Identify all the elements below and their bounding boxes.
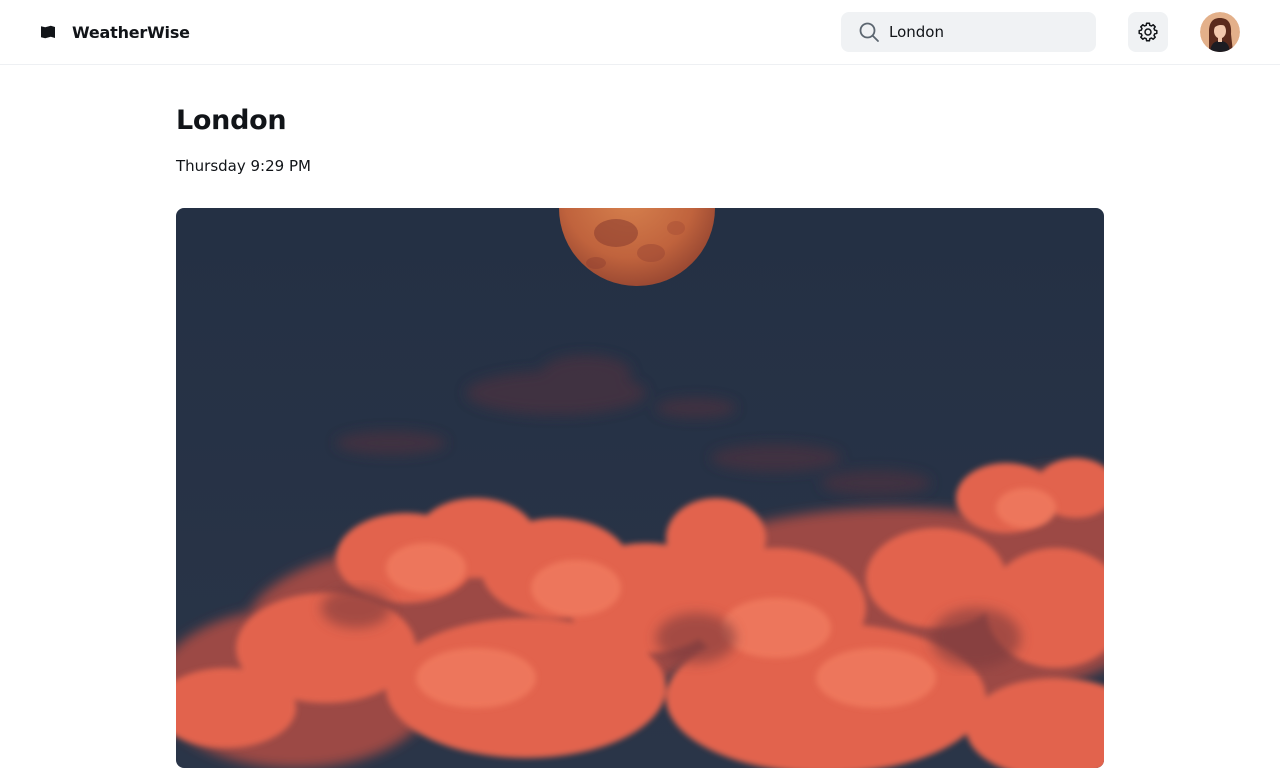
top-bar: WeatherWise: [0, 0, 1280, 65]
map-flag-icon: [41, 25, 55, 39]
search-input[interactable]: [889, 20, 1089, 44]
avatar[interactable]: [1200, 12, 1240, 52]
brand[interactable]: WeatherWise: [40, 20, 190, 44]
weather-hero-image: [176, 208, 1104, 768]
search-bar[interactable]: [841, 12, 1096, 52]
local-datetime: Thursday 9:29 PM: [176, 157, 311, 175]
app-name: WeatherWise: [72, 22, 190, 42]
settings-button[interactable]: [1128, 12, 1168, 52]
page-title: London: [176, 105, 287, 136]
gear-icon: [1138, 22, 1158, 42]
search-icon: [859, 22, 879, 42]
